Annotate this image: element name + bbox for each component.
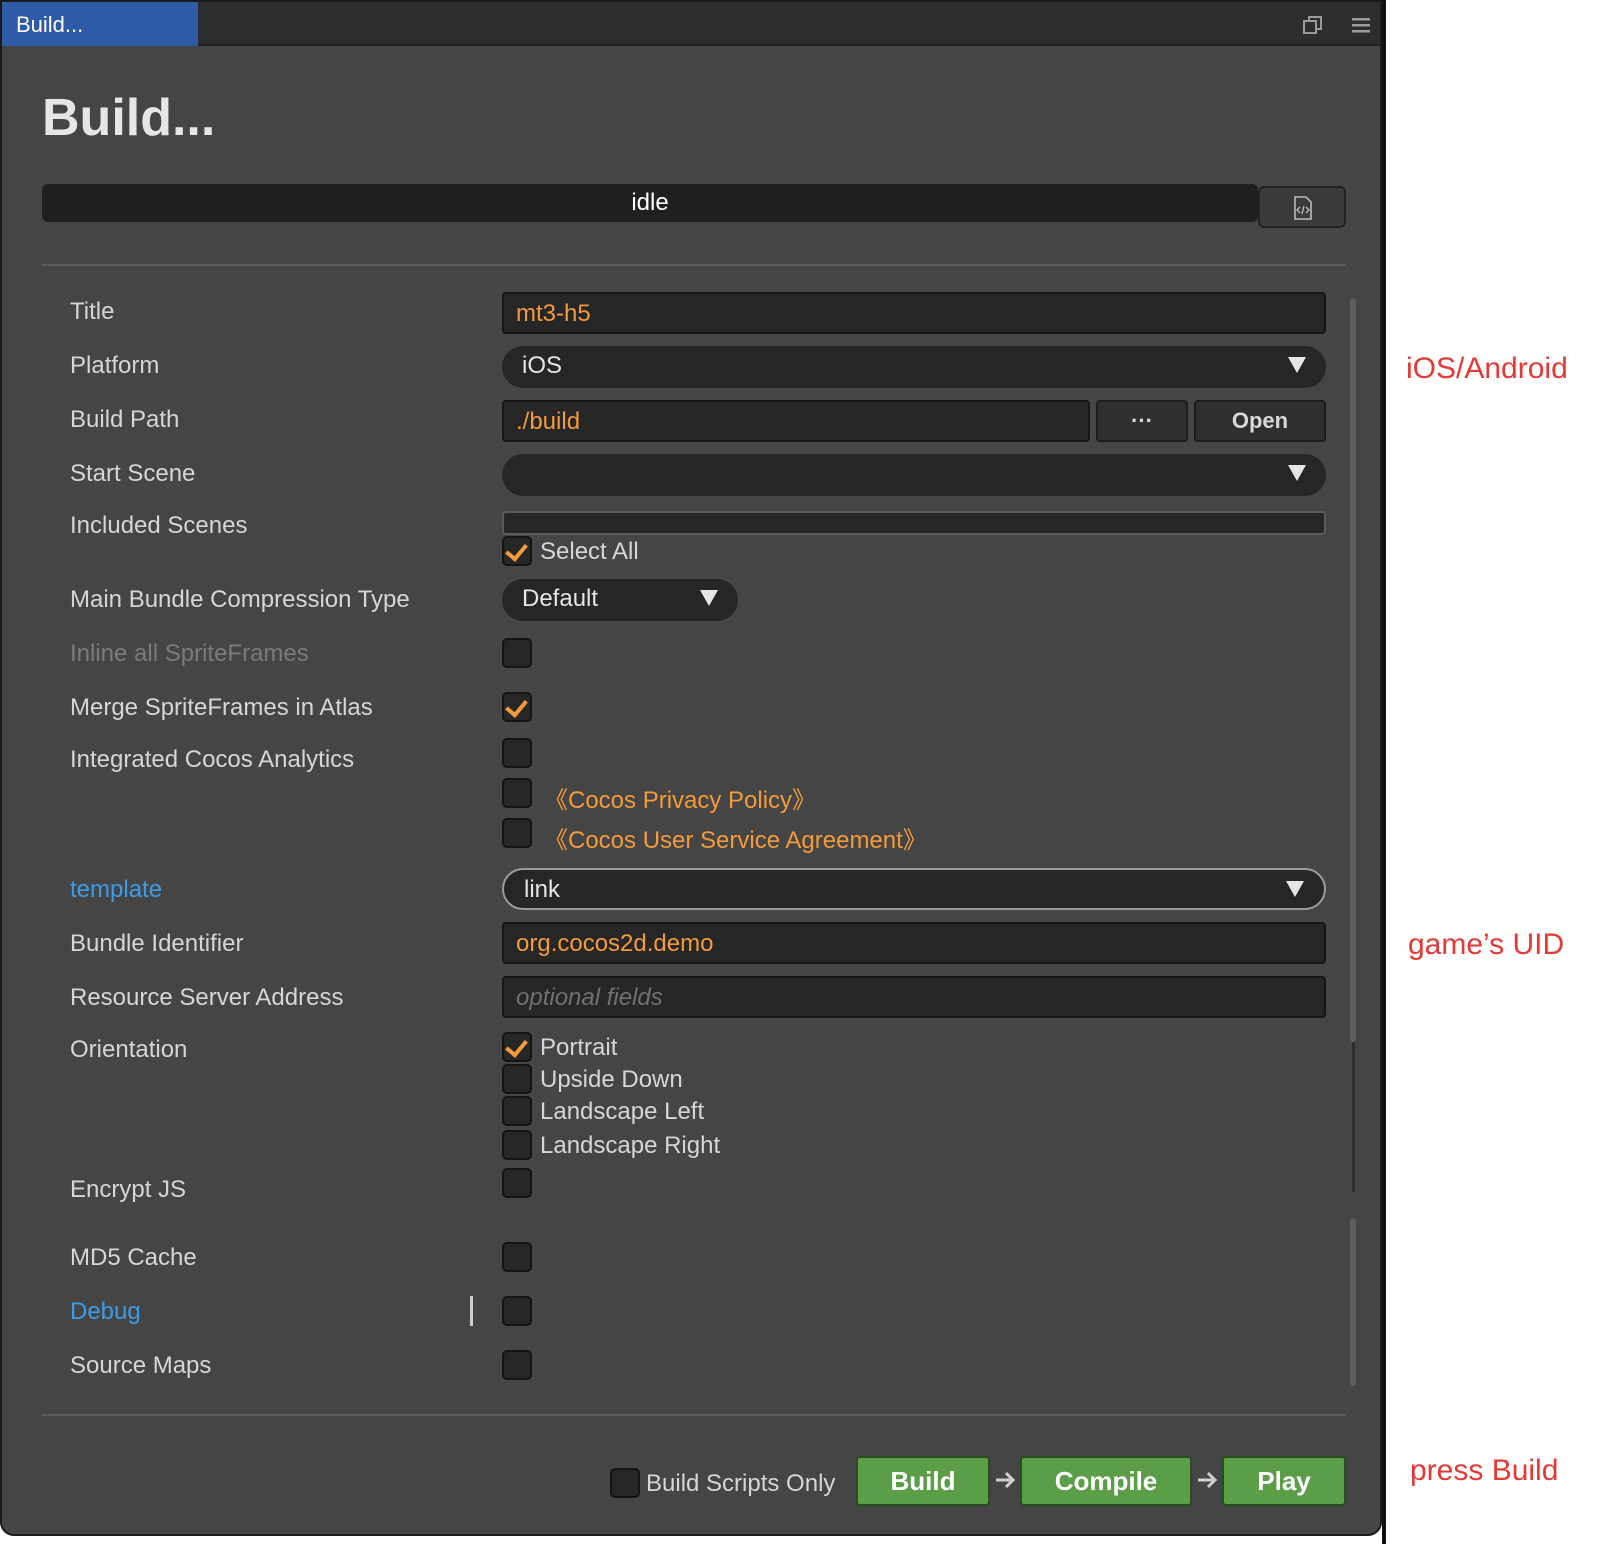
compression-select[interactable]: Default (502, 579, 738, 621)
chevron-down-icon (700, 590, 718, 606)
included-scenes-label: Included Scenes (70, 512, 248, 539)
select-all-label: Select All (540, 538, 639, 565)
analytics-checkbox[interactable] (502, 738, 532, 768)
md5-cache-checkbox[interactable] (502, 1242, 532, 1272)
orientation-landscape-right-label: Landscape Right (540, 1132, 721, 1159)
window-edge (1382, 0, 1386, 1544)
platform-annotation: iOS/Android (1406, 352, 1568, 385)
orientation-landscape-left-label: Landscape Left (540, 1098, 705, 1125)
build-path-label: Build Path (70, 406, 180, 433)
arrow-right-icon (996, 1471, 1016, 1489)
platform-label: Platform (70, 352, 160, 379)
debug-label[interactable]: Debug (70, 1298, 141, 1326)
source-maps-checkbox[interactable] (502, 1350, 532, 1380)
build-status-bar: idle (42, 184, 1258, 222)
template-value: link (524, 876, 561, 903)
resource-server-label: Resource Server Address (70, 984, 344, 1011)
build-scripts-only-label: Build Scripts Only (646, 1470, 836, 1497)
orientation-landscape-right-checkbox[interactable] (502, 1130, 532, 1160)
build-path-input[interactable]: ./build (502, 400, 1090, 442)
divider (42, 264, 1346, 266)
merge-spriteframes-checkbox[interactable] (502, 692, 532, 722)
page-title: Build... (42, 89, 216, 147)
compression-label: Main Bundle Compression Type (70, 586, 410, 613)
template-label[interactable]: template (70, 876, 162, 904)
orientation-label: Orientation (70, 1036, 188, 1063)
build-button[interactable]: Build (856, 1456, 990, 1506)
build-scripts-only-checkbox[interactable] (610, 1468, 640, 1498)
chevron-down-icon (1288, 465, 1306, 481)
text-cursor (470, 1296, 473, 1326)
orientation-portrait-label: Portrait (540, 1034, 618, 1061)
privacy-policy-link[interactable]: 《Cocos Privacy Policy》 (544, 780, 816, 815)
source-maps-label: Source Maps (70, 1352, 212, 1379)
chevron-down-icon (1286, 881, 1304, 897)
divider (42, 1414, 1346, 1416)
merge-spriteframes-label: Merge SpriteFrames in Atlas (70, 694, 373, 721)
code-file-icon (1294, 196, 1312, 220)
orientation-landscape-left-checkbox[interactable] (502, 1096, 532, 1126)
tab-bar: Build... (2, 2, 1380, 46)
hamburger-menu-icon[interactable] (1350, 14, 1372, 36)
inline-spriteframes-checkbox (502, 638, 532, 668)
start-scene-select[interactable] (502, 454, 1326, 496)
included-scenes-list[interactable] (502, 511, 1326, 535)
inline-spriteframes-label: Inline all SpriteFrames (70, 640, 309, 667)
select-all-checkbox[interactable] (502, 536, 532, 566)
compile-button[interactable]: Compile (1020, 1456, 1192, 1506)
tab-build[interactable]: Build... (2, 2, 198, 46)
build-window: Build... Build... idle Title mt3-h5 Plat… (0, 0, 1382, 1536)
privacy-policy-checkbox[interactable] (502, 778, 532, 808)
play-button[interactable]: Play (1222, 1456, 1346, 1506)
platform-value: iOS (522, 352, 563, 379)
chevron-down-icon (1288, 357, 1306, 373)
title-label: Title (70, 298, 115, 325)
user-agreement-checkbox[interactable] (502, 818, 532, 848)
orientation-portrait-checkbox[interactable] (502, 1032, 532, 1062)
title-input[interactable]: mt3-h5 (502, 292, 1326, 334)
scrollbar[interactable] (1350, 298, 1356, 1042)
md5-cache-label: MD5 Cache (70, 1244, 197, 1271)
arrow-right-icon (1198, 1471, 1218, 1489)
build-annotation: press Build (1410, 1454, 1559, 1487)
browse-button[interactable]: ··· (1096, 400, 1188, 442)
template-select[interactable]: link (502, 868, 1326, 910)
scrollbar-lower[interactable] (1350, 1218, 1356, 1386)
bundle-identifier-input[interactable]: org.cocos2d.demo (502, 922, 1326, 964)
encrypt-js-label: Encrypt JS (70, 1176, 187, 1203)
uid-annotation: game’s UID (1408, 928, 1565, 961)
encrypt-js-checkbox[interactable] (502, 1168, 532, 1198)
orientation-upside-down-checkbox[interactable] (502, 1064, 532, 1094)
orientation-upside-down-label: Upside Down (540, 1066, 683, 1093)
start-scene-label: Start Scene (70, 460, 196, 487)
analytics-label: Integrated Cocos Analytics (70, 746, 355, 773)
build-log-button[interactable] (1258, 186, 1346, 228)
compression-value: Default (522, 585, 599, 612)
user-agreement-link[interactable]: 《Cocos User Service Agreement》 (544, 820, 927, 855)
debug-checkbox[interactable] (502, 1296, 532, 1326)
platform-select[interactable]: iOS (502, 346, 1326, 388)
bundle-identifier-label: Bundle Identifier (70, 930, 244, 957)
open-button[interactable]: Open (1194, 400, 1326, 442)
restore-window-icon[interactable] (1302, 14, 1324, 36)
scrollbar-gap (1352, 1042, 1355, 1192)
resource-server-input[interactable]: optional fields (502, 976, 1326, 1018)
